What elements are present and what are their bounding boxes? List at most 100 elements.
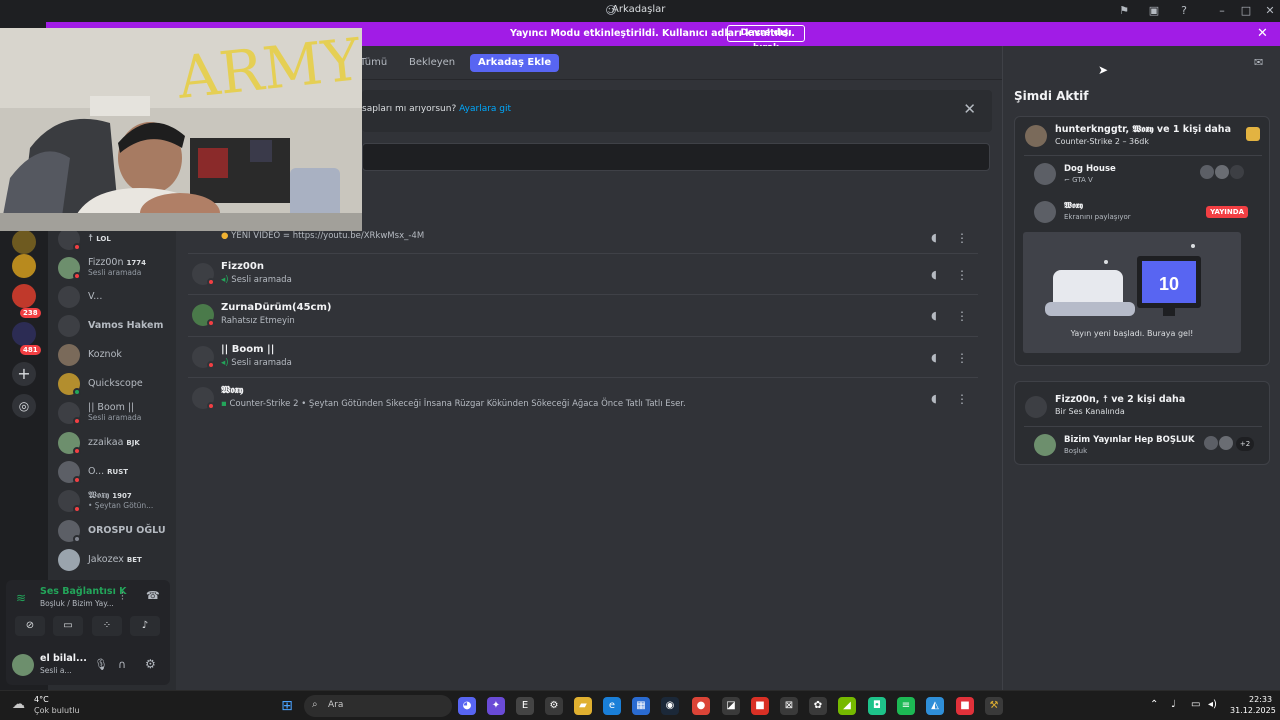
- app-icon[interactable]: ◭: [926, 697, 944, 715]
- dm-item[interactable]: Koznok: [56, 342, 176, 368]
- app-icon[interactable]: ■: [751, 697, 769, 715]
- headphones-icon[interactable]: ∩: [118, 658, 126, 671]
- settings-icon[interactable]: ⚙: [545, 697, 563, 715]
- dm-name: 𝖂𝖔𝖝𝖞: [88, 490, 110, 501]
- user-avatar[interactable]: [12, 654, 34, 676]
- app-icon[interactable]: ◘: [868, 697, 886, 715]
- noise-suppression-icon[interactable]: ⫶: [121, 590, 124, 604]
- file-explorer-icon[interactable]: ▰: [574, 697, 592, 715]
- dm-item[interactable]: Vamos Hakem: [56, 313, 176, 339]
- new-group-dm-icon[interactable]: ✉: [1254, 56, 1263, 69]
- inbox-icon[interactable]: ⚑: [1117, 4, 1131, 18]
- voice-channel-row[interactable]: Bizim Yayınlar Hep BOŞLUK Boşluk +2: [1024, 426, 1262, 462]
- microphone-tray-icon[interactable]: ♩: [1171, 699, 1176, 710]
- friend-row[interactable]: ZurnaDürüm(45cm) Rahatsız Etmeyin ◖ ⋮: [188, 294, 978, 334]
- webcam-overlay: ARMY: [0, 28, 362, 231]
- server-icon[interactable]: [12, 230, 36, 254]
- server-icon[interactable]: [12, 322, 36, 346]
- dm-item[interactable]: zzaikaa BJK: [56, 430, 176, 456]
- add-server-icon[interactable]: +: [12, 362, 36, 386]
- clock-time[interactable]: 22:33: [1249, 695, 1272, 704]
- more-options-icon[interactable]: ⋮: [956, 306, 968, 326]
- search-placeholder: Ara: [328, 700, 344, 710]
- close-banner-icon[interactable]: ✕: [1257, 26, 1268, 41]
- settings-notice: sapları mı arıyorsun? Ayarlara git ✕: [362, 90, 992, 132]
- server-icon[interactable]: [12, 254, 36, 278]
- discover-icon[interactable]: ◎: [12, 394, 36, 418]
- more-options-icon[interactable]: ⋮: [956, 228, 968, 248]
- spotify-icon[interactable]: ≡: [897, 697, 915, 715]
- help-icon[interactable]: ?: [1177, 4, 1191, 18]
- app-icon[interactable]: ◪: [722, 697, 740, 715]
- dm-item[interactable]: Fizz00n 1774 Sesli aramada: [56, 255, 176, 281]
- clock-date[interactable]: 31.12.2025: [1230, 706, 1276, 715]
- network-icon[interactable]: ▭: [1191, 699, 1200, 710]
- friend-row[interactable]: Fizz00n ◂) Sesli aramada ◖ ⋮: [188, 253, 978, 293]
- dm-item[interactable]: Quickscope: [56, 371, 176, 397]
- more-options-icon[interactable]: ⋮: [956, 348, 968, 368]
- copilot-icon[interactable]: ✦: [487, 697, 505, 715]
- activity-card[interactable]: Fizz00n, ☨ ve 2 kişi daha Bir Ses Kanalı…: [1014, 381, 1270, 465]
- app-icon[interactable]: ⚒: [985, 697, 1003, 715]
- friend-row[interactable]: || Boom || ◂) Sesli aramada ◖ ⋮: [188, 336, 978, 376]
- steam-icon[interactable]: ◉: [661, 697, 679, 715]
- epic-games-icon[interactable]: E: [516, 697, 534, 715]
- server-icon[interactable]: [12, 284, 36, 308]
- chrome-icon[interactable]: ●: [692, 697, 710, 715]
- tab-all[interactable]: Tümü: [360, 54, 387, 72]
- volume-icon[interactable]: ◂): [1208, 699, 1217, 710]
- tray-chevron-icon[interactable]: ⌃: [1150, 699, 1158, 710]
- voice-channel-row[interactable]: Dog House ⌐ GTA V: [1024, 155, 1262, 191]
- dm-item[interactable]: O... RUST: [56, 459, 176, 485]
- more-options-icon[interactable]: ⋮: [956, 265, 968, 285]
- message-icon[interactable]: ◖: [924, 306, 944, 326]
- search-box[interactable]: ⌕ Ara: [304, 695, 452, 717]
- soundboard-button[interactable]: ♪: [130, 616, 160, 636]
- message-icon[interactable]: ◖: [924, 265, 944, 285]
- nvidia-icon[interactable]: ◢: [838, 697, 856, 715]
- add-friend-button[interactable]: Arkadaş Ekle: [470, 54, 560, 72]
- message-icon[interactable]: ◖: [924, 228, 944, 248]
- stream-row[interactable]: 𝖂𝖔𝖝𝖞 Ekranını paylaşıyor YAYINDA: [1024, 193, 1262, 231]
- friend-row[interactable]: 𝖂𝖔𝖝𝖞 ▪ Counter-Strike 2 • Şeytan Götünde…: [188, 377, 978, 417]
- edge-icon[interactable]: e: [603, 697, 621, 715]
- dm-item[interactable]: OROSPU OĞLU: [56, 518, 176, 544]
- app-icon[interactable]: ■: [956, 697, 974, 715]
- avatar: [58, 549, 80, 571]
- svg-text:10: 10: [1159, 274, 1179, 294]
- app-icon[interactable]: ⊠: [780, 697, 798, 715]
- weather-icon[interactable]: ☁: [12, 697, 25, 712]
- disconnect-icon[interactable]: ☎: [146, 589, 160, 602]
- settings-link[interactable]: Ayarlara git: [459, 104, 511, 114]
- discord-icon[interactable]: ◕: [458, 697, 476, 715]
- screen-share-button[interactable]: ▭: [53, 616, 83, 636]
- chatgpt-icon[interactable]: ✿: [809, 697, 827, 715]
- store-icon[interactable]: ▦: [632, 697, 650, 715]
- camera-off-button[interactable]: ⊘: [15, 616, 45, 636]
- microphone-icon[interactable]: 🎙: [94, 658, 108, 671]
- dm-item[interactable]: Jakozex BET: [56, 547, 176, 573]
- dm-item[interactable]: 𝖂𝖔𝖝𝖞 1907 • Şeytan Götün...: [56, 488, 176, 514]
- disable-streamer-mode-button[interactable]: Devre dışı bırak: [727, 25, 805, 53]
- dm-status: Sesli aramada: [88, 413, 142, 422]
- dm-name: Fizz00n: [88, 257, 124, 268]
- activities-button[interactable]: ⁘: [92, 616, 122, 636]
- more-options-icon[interactable]: ⋮: [956, 389, 968, 409]
- dm-item[interactable]: V...: [56, 284, 176, 310]
- screen-share-icon[interactable]: ▣: [1147, 4, 1161, 18]
- maximize-icon[interactable]: □: [1239, 4, 1253, 18]
- start-icon[interactable]: ⊞: [278, 697, 296, 715]
- close-notice-icon[interactable]: ✕: [963, 100, 976, 118]
- minimize-icon[interactable]: –: [1215, 4, 1229, 18]
- dm-name: Jakozex: [88, 554, 124, 565]
- friends-search-input[interactable]: [362, 143, 990, 171]
- tab-pending[interactable]: Bekleyen: [409, 54, 455, 72]
- settings-gear-icon[interactable]: ⚙: [145, 657, 156, 671]
- stream-preview[interactable]: 10 Yayın yeni başladı. Buraya gel!: [1023, 232, 1241, 353]
- close-window-icon[interactable]: ✕: [1263, 4, 1277, 18]
- message-icon[interactable]: ◖: [924, 389, 944, 409]
- voice-channel-name[interactable]: Boşluk / Bizim Yay...: [40, 599, 114, 608]
- dm-item[interactable]: || Boom || Sesli aramada: [56, 400, 176, 426]
- message-icon[interactable]: ◖: [924, 348, 944, 368]
- avatar: [1034, 201, 1056, 223]
